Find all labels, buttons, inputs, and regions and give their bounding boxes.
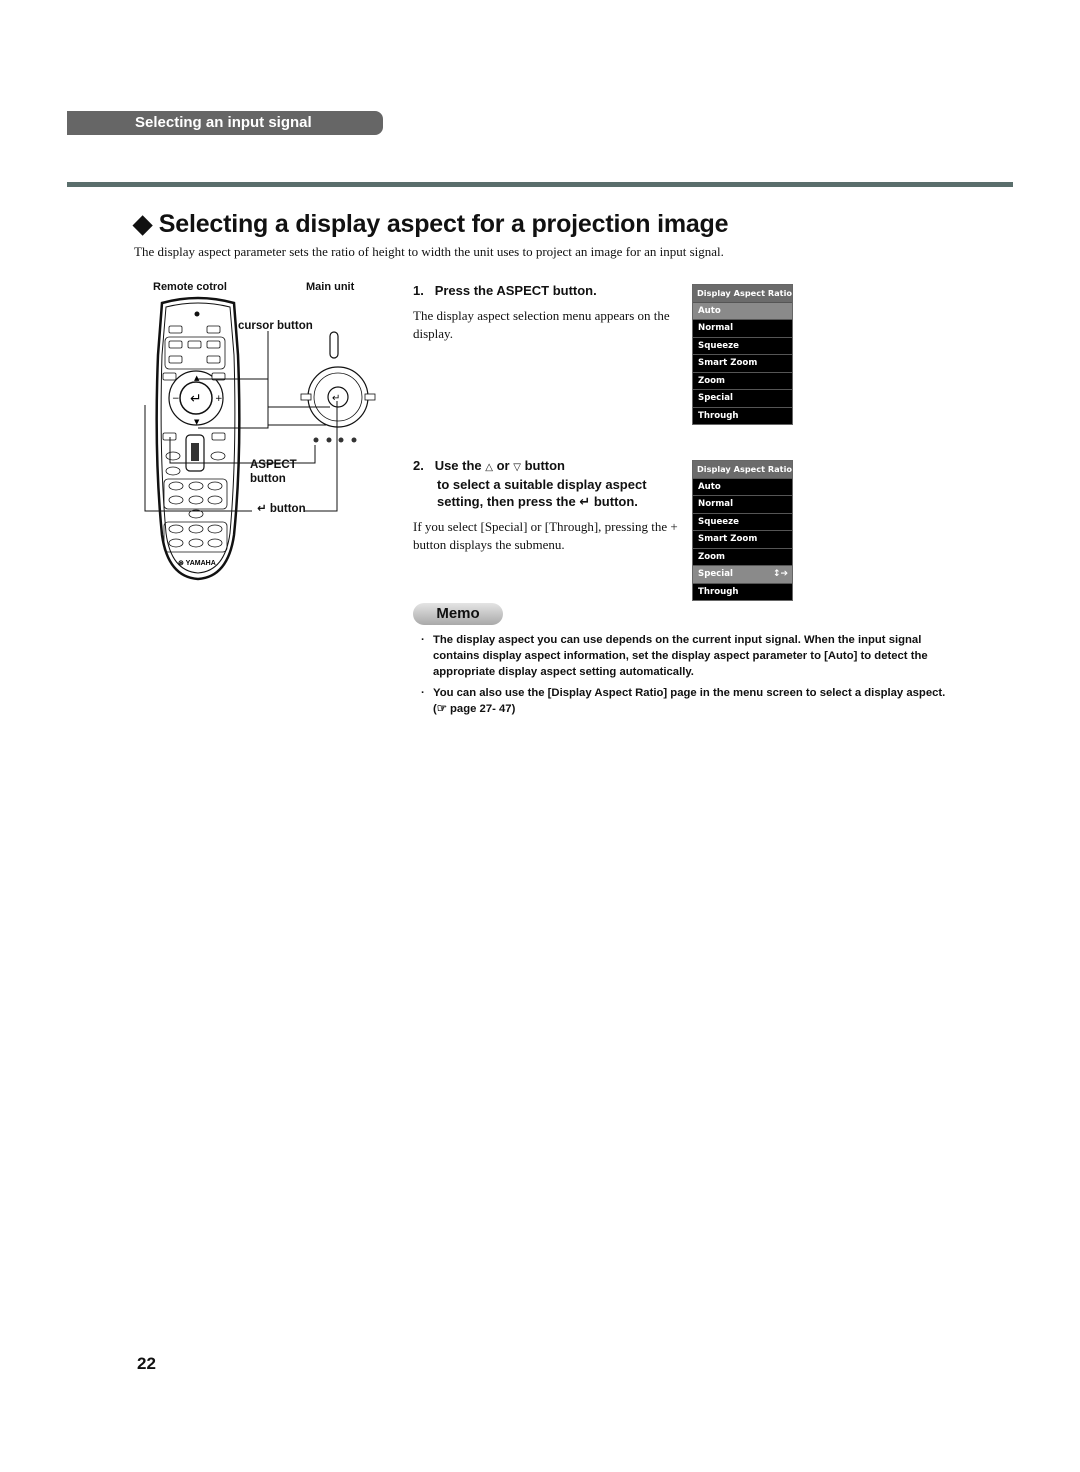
memo-item: The display aspect you can use depends o…: [421, 632, 955, 680]
remote-and-unit-illustration: ↵ ▲ ▼ − + ⊛ YAMAHA ↵: [144, 296, 376, 581]
step-text: button: [524, 458, 565, 473]
down-triangle-icon: ▽: [513, 462, 521, 473]
osd-menu-item-smart-zoom[interactable]: Smart Zoom: [693, 355, 792, 373]
step-2-body: If you select [Special] or [Through], pr…: [413, 519, 678, 552]
step-2-heading: 2. Use the △ or ▽ button to select a sui…: [413, 457, 647, 511]
svg-text:−: −: [172, 394, 180, 404]
main-unit-illustration: ↵: [300, 331, 376, 443]
osd-menu-2: Display Aspect Ratio Auto Normal Squeeze…: [692, 460, 793, 601]
osd-menu-item-squeeze[interactable]: Squeeze: [693, 513, 792, 531]
step-text-line2: to select a suitable display aspect: [437, 477, 647, 492]
aspect-callout-line2: button: [250, 473, 286, 485]
osd-menu-item-auto[interactable]: Auto: [693, 302, 792, 320]
intro-text: The display aspect parameter sets the ra…: [134, 244, 724, 259]
up-triangle-icon: △: [485, 462, 493, 473]
step-1-heading: 1. Press the ASPECT button.: [413, 282, 597, 299]
title-text: Selecting a display aspect for a project…: [158, 210, 729, 238]
step-number: 1.: [413, 283, 424, 298]
diamond-bullet-icon: ◆: [133, 210, 153, 238]
osd-menu-item-through[interactable]: Through: [693, 407, 792, 424]
step-text: or: [496, 458, 510, 473]
divider-rule: [67, 182, 1013, 187]
osd-menu-item-special[interactable]: Special ↕➔: [693, 566, 792, 584]
step-number: 2.: [413, 458, 424, 473]
memo-list: The display aspect you can use depends o…: [421, 632, 955, 722]
step-text: Use the: [434, 458, 482, 473]
step-text: button.: [593, 494, 638, 509]
step-text-line3: setting, then press the ↵ button.: [413, 493, 647, 511]
osd-menu-title: Display Aspect Ratio: [693, 285, 792, 303]
enter-icon: ↵: [257, 501, 267, 515]
svg-text:▼: ▼: [194, 418, 200, 426]
svg-text:▲: ▲: [194, 374, 200, 382]
osd-menu-item-smart-zoom[interactable]: Smart Zoom: [693, 531, 792, 549]
cursor-button-callout: cursor button: [238, 320, 313, 332]
osd-menu-item-auto[interactable]: Auto: [693, 478, 792, 496]
step-1-body: The display aspect selection menu appear…: [413, 308, 670, 341]
remote-control-label: Remote cotrol: [153, 281, 227, 293]
osd-menu-item-normal[interactable]: Normal: [693, 320, 792, 338]
osd-menu-item-through[interactable]: Through: [693, 583, 792, 600]
page-number: 22: [137, 1354, 156, 1373]
aspect-callout-line1: ASPECT: [250, 459, 297, 471]
section-tab-label: Selecting an input signal: [135, 114, 312, 131]
osd-menu-item-special[interactable]: Special: [693, 390, 792, 408]
osd-menu-item-normal[interactable]: Normal: [693, 496, 792, 514]
osd-menu-title: Display Aspect Ratio: [693, 461, 792, 479]
step-heading-text: Press the ASPECT button.: [434, 283, 597, 298]
osd-menu-item-zoom[interactable]: Zoom: [693, 548, 792, 566]
svg-text:⊛ YAMAHA: ⊛ YAMAHA: [178, 560, 216, 567]
aspect-button-callout: ASPECT button: [250, 458, 297, 486]
osd-menu-item-zoom[interactable]: Zoom: [693, 372, 792, 390]
submenu-arrow-icon: ↕➔: [772, 569, 788, 579]
osd-menu-item-squeeze[interactable]: Squeeze: [693, 337, 792, 355]
enter-button-callout: ↵ button: [257, 501, 306, 515]
step-text: setting, then press the: [437, 494, 576, 509]
section-tab: Selecting an input signal: [67, 111, 383, 135]
osd-menu-1: Display Aspect Ratio Auto Normal Squeeze…: [692, 284, 793, 425]
memo-badge: Memo: [413, 603, 503, 625]
svg-text:↵: ↵: [332, 393, 340, 404]
osd-item-label: Special: [698, 569, 733, 579]
remote-control-illustration: ↵ ▲ ▼ − + ⊛ YAMAHA: [155, 296, 241, 581]
enter-icon: ↵: [579, 495, 591, 510]
svg-text:+: +: [215, 394, 223, 404]
memo-item: You can also use the [Display Aspect Rat…: [421, 685, 955, 717]
page-title: ◆ Selecting a display aspect for a proje…: [133, 209, 729, 239]
enter-callout-text: button: [269, 503, 306, 515]
svg-text:↵: ↵: [190, 391, 202, 407]
main-unit-label: Main unit: [306, 281, 355, 293]
